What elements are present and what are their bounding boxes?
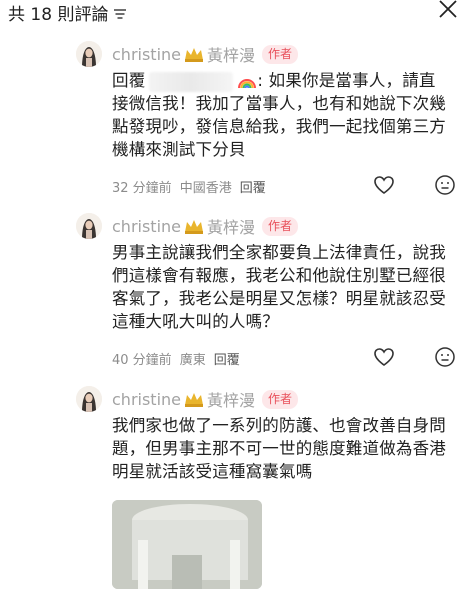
crown-icon [185, 220, 203, 234]
crown-icon [185, 393, 203, 407]
author-display-name: 黃梓漫 [207, 218, 256, 237]
comment-text: 男事主說讓我們全家都要負上法律責任，說我們這樣會有報應，我老公和他說住別墅已經很… [112, 243, 446, 331]
reply-button[interactable]: 回覆 [214, 349, 240, 368]
comment-author[interactable]: christine 黃梓漫 作者 [112, 387, 299, 411]
crown-icon [185, 48, 203, 62]
avatar[interactable] [76, 386, 102, 412]
author-name: christine [112, 216, 181, 236]
neutral-face-icon[interactable] [434, 346, 456, 368]
comment-time: 40 分鐘前 [112, 353, 172, 368]
author-badge: 作者 [262, 44, 299, 64]
author-badge: 作者 [262, 389, 299, 409]
comments-count-title[interactable]: 共 18 則評論 [8, 0, 127, 25]
author-display-name: 黃梓漫 [207, 46, 256, 65]
comment-author[interactable]: christine 黃梓漫 作者 [112, 42, 299, 66]
comment-location: 廣東 [179, 353, 206, 368]
comment-photo[interactable] [112, 500, 262, 589]
reply-button[interactable]: 回覆 [240, 177, 266, 196]
heart-icon[interactable] [373, 174, 395, 196]
heart-icon[interactable] [373, 346, 395, 368]
comment-author[interactable]: christine 黃梓漫 作者 [112, 214, 299, 238]
blurred-username [149, 71, 234, 92]
comment-meta: 40 分鐘前 廣東 回覆 [112, 349, 240, 368]
comment-text: 我們家也做了一系列的防護、也會改善自身問題，但男事主那不可一世的態度難道做為香港… [112, 416, 446, 481]
avatar[interactable] [76, 213, 102, 239]
neutral-face-icon[interactable] [434, 174, 456, 196]
rainbow-emoji-icon [238, 78, 257, 88]
comments-header: 共 18 則評論 [0, 0, 473, 30]
sort-icon[interactable] [114, 8, 127, 19]
author-badge: 作者 [262, 216, 299, 236]
comment-meta: 32 分鐘前 中國香港 回覆 [112, 177, 266, 196]
author-name: christine [112, 44, 181, 64]
comment-text: 回覆 : 如果你是當事人，請直接微信我！我加了當事人，也有和她說下次幾點發現吵，… [112, 71, 446, 159]
comment-location: 中國香港 [179, 181, 232, 196]
comment-time: 32 分鐘前 [112, 181, 172, 196]
comments-count: 共 18 則評論 [8, 5, 109, 25]
reply-prefix: 回覆 [112, 71, 146, 90]
comment-text-start: 如果你是當事人，請 [263, 71, 419, 90]
close-icon[interactable] [437, 0, 459, 20]
avatar[interactable] [76, 41, 102, 67]
author-name: christine [112, 389, 181, 409]
author-display-name: 黃梓漫 [207, 391, 256, 410]
